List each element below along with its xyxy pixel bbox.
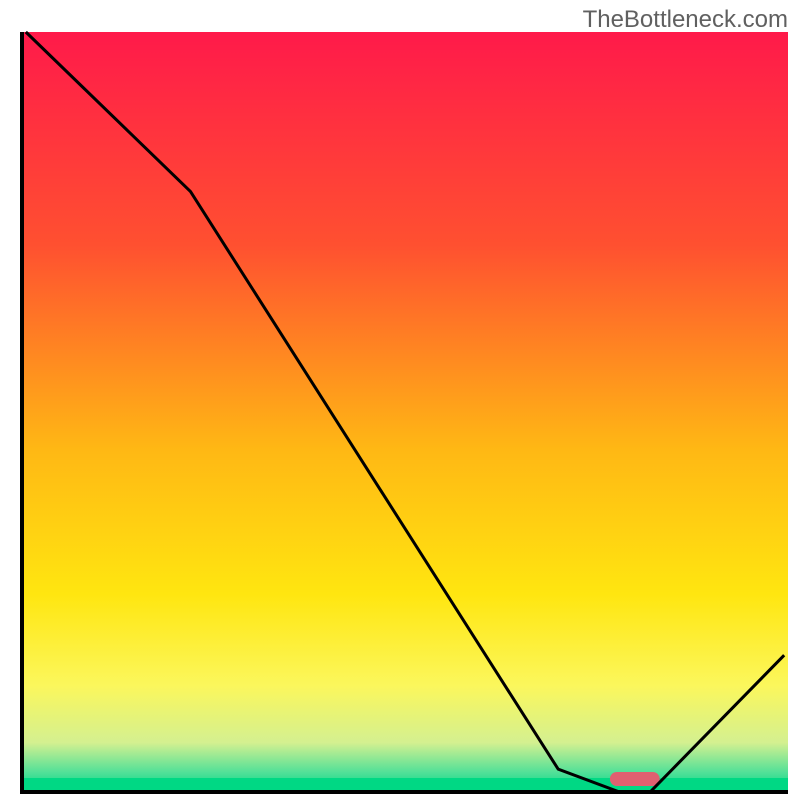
chart-svg bbox=[0, 0, 800, 800]
watermark-text: TheBottleneck.com bbox=[583, 6, 788, 34]
plot-background bbox=[22, 32, 788, 792]
green-base-strip bbox=[22, 778, 788, 792]
chart-container: TheBottleneck.com bbox=[0, 0, 800, 800]
optimum-marker bbox=[610, 772, 660, 786]
